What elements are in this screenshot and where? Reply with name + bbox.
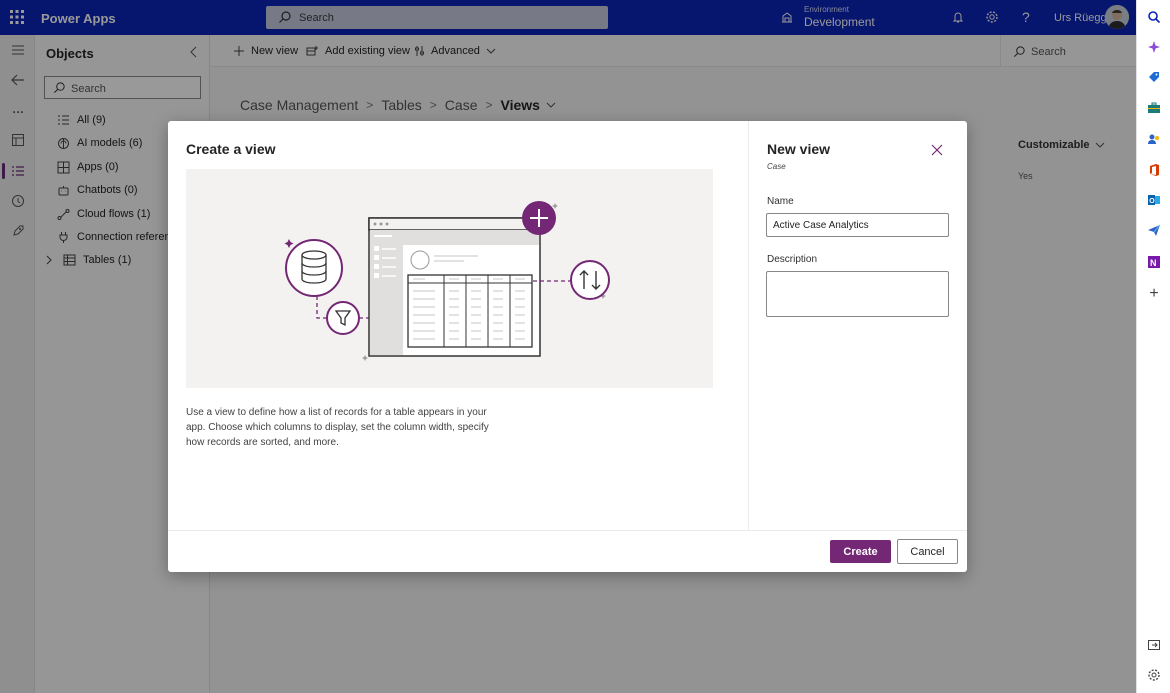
dialog-title: Create a view — [186, 141, 276, 157]
briefcase-icon[interactable] — [1145, 99, 1163, 117]
rail-settings-icon[interactable] — [1145, 666, 1163, 684]
view-name-input[interactable] — [766, 213, 949, 237]
rail-search-icon[interactable] — [1145, 8, 1163, 26]
close-icon[interactable] — [929, 142, 945, 158]
create-view-illustration — [186, 169, 713, 388]
office-icon[interactable] — [1145, 161, 1163, 179]
add-app-icon[interactable]: + — [1145, 285, 1163, 303]
dialog-description: Use a view to define how a list of recor… — [186, 407, 489, 448]
copilot-sparkle-icon[interactable] — [1145, 38, 1163, 56]
new-view-pane-title: New view — [767, 141, 831, 157]
right-side-rail: O N + — [1136, 0, 1170, 693]
description-field-label: Description — [767, 254, 818, 265]
expand-panel-icon[interactable] — [1145, 636, 1163, 654]
svg-text:O: O — [1149, 198, 1155, 205]
create-view-dialog: Create a view Use a view to define how a… — [168, 121, 967, 572]
view-description-input[interactable] — [766, 271, 949, 317]
outlook-icon[interactable]: O — [1145, 191, 1163, 209]
tag-icon[interactable] — [1145, 68, 1163, 86]
people-icon[interactable] — [1145, 130, 1163, 148]
footer-divider — [168, 530, 967, 531]
create-button[interactable]: Create — [830, 540, 891, 563]
name-field-label: Name — [767, 196, 794, 207]
svg-text:N: N — [1150, 258, 1157, 268]
send-icon[interactable] — [1145, 221, 1163, 239]
onenote-icon[interactable]: N — [1145, 253, 1163, 271]
new-view-table-name: Case — [767, 162, 786, 171]
pane-divider — [748, 121, 749, 530]
view-illustration-graphic — [284, 201, 610, 361]
cancel-button[interactable]: Cancel — [897, 539, 958, 564]
